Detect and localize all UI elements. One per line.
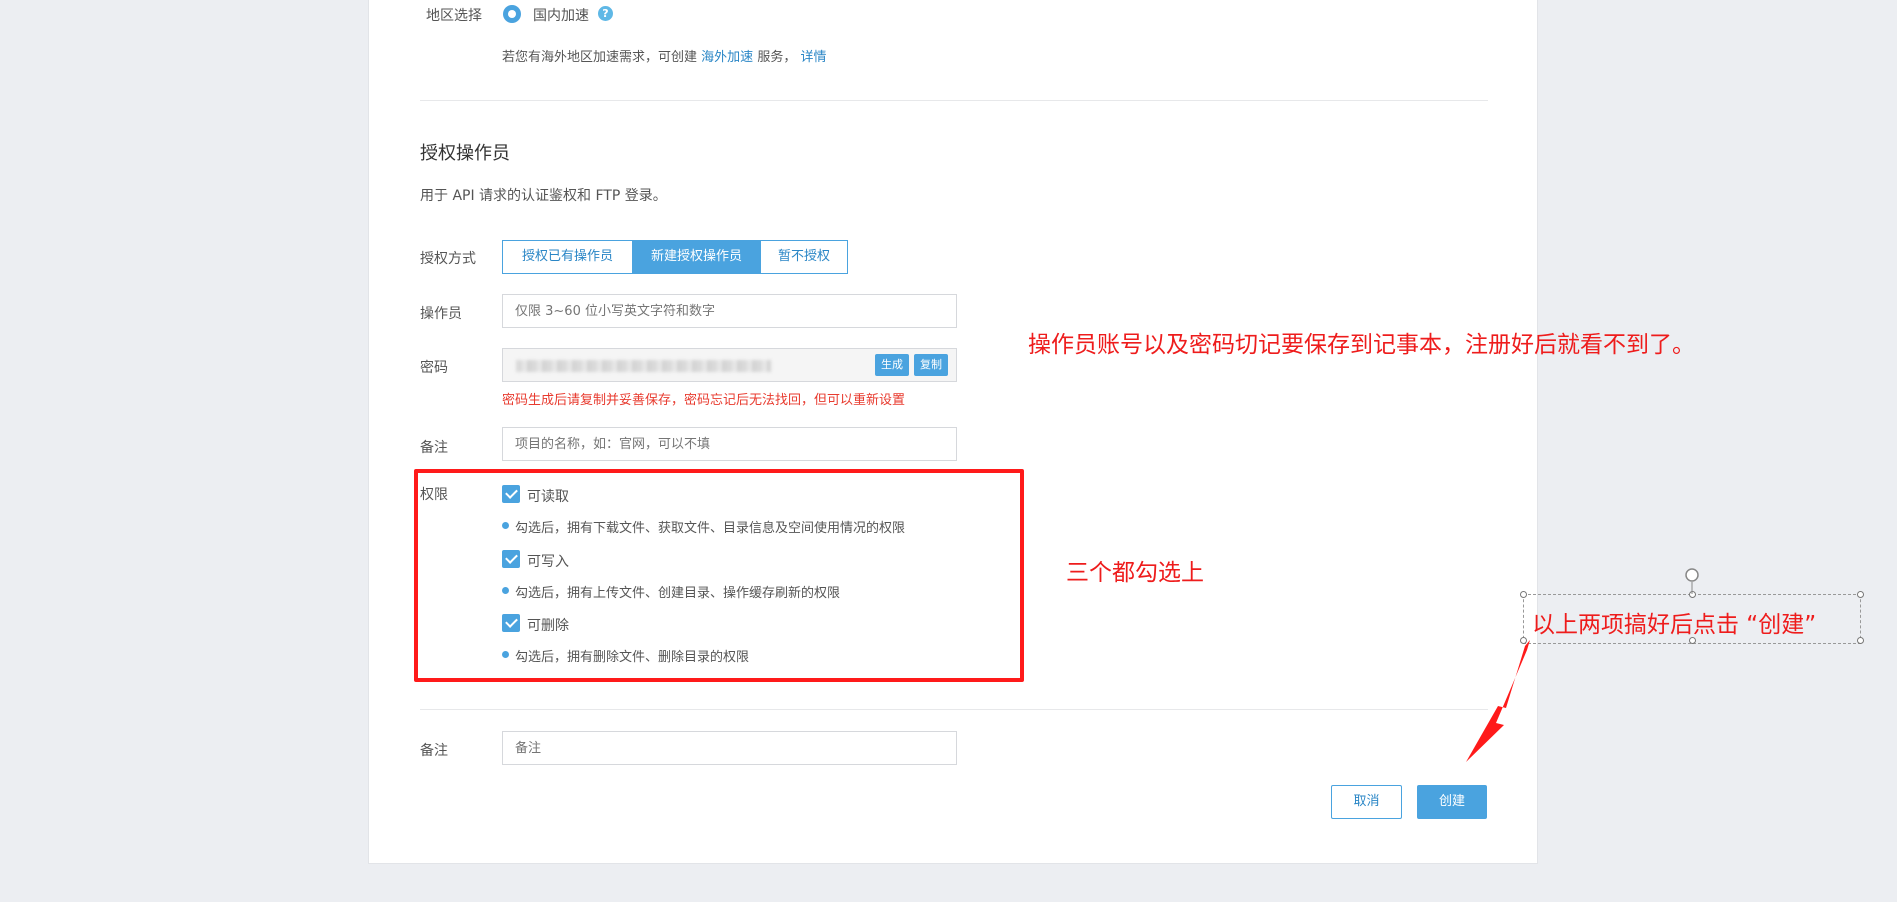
resize-handle[interactable] [1520,591,1527,598]
annotation-click-create: 以上两项搞好后点击 “创建” [1532,612,1817,638]
resize-handle[interactable] [1857,637,1864,644]
rotate-handle-icon [1685,568,1699,582]
region-tip-mid: 服务， [757,50,797,65]
password-warning: 密码生成后请复制并妥善保存，密码忘记后无法找回，但可以重新设置 [502,393,906,408]
region-option-label: 国内加速 [533,8,589,24]
create-button[interactable]: 创建 [1417,785,1487,819]
operator-input[interactable] [502,294,957,328]
resize-handle[interactable] [1520,637,1527,644]
remark2-label: 备注 [420,743,448,759]
annotation-textbox[interactable]: 以上两项搞好后点击 “创建” [1520,591,1864,644]
annotation-check-all: 三个都勾选上 [1066,560,1204,586]
remark-input[interactable] [502,427,957,461]
remark2-input[interactable] [502,731,957,765]
operator-label: 操作员 [420,306,462,322]
resize-handle[interactable] [1689,591,1696,598]
generate-button[interactable]: 生成 [875,354,909,376]
auth-none-option[interactable]: 暂不授权 [760,240,848,274]
annotation-highlight-box [414,469,1024,682]
detail-link[interactable]: 详情 [800,50,826,65]
help-icon[interactable]: ? [598,6,613,21]
divider [420,100,1488,101]
password-field[interactable]: 生成 复制 [502,348,957,382]
password-label: 密码 [420,360,448,376]
remark-label: 备注 [420,440,448,456]
section-desc: 用于 API 请求的认证鉴权和 FTP 登录。 [420,188,667,204]
annotation-save-note: 操作员账号以及密码切记要保存到记事本，注册好后就看不到了。 [1028,332,1695,358]
password-value-blurred [516,360,771,372]
section-title: 授权操作员 [420,143,510,164]
overseas-link[interactable]: 海外加速 [701,50,753,65]
auth-new-option[interactable]: 新建授权操作员 [632,240,761,274]
auth-existing-option[interactable]: 授权已有操作员 [502,240,633,274]
divider [420,709,1488,710]
region-tip: 若您有海外地区加速需求，可创建 海外加速 服务， 详情 [502,46,826,65]
auth-mode-label: 授权方式 [420,251,476,267]
copy-button[interactable]: 复制 [914,354,948,376]
region-tip-prefix: 若您有海外地区加速需求，可创建 [502,50,698,65]
resize-handle[interactable] [1857,591,1864,598]
region-label: 地区选择 [426,8,482,24]
cancel-button[interactable]: 取消 [1331,785,1402,819]
region-radio[interactable] [503,5,521,23]
